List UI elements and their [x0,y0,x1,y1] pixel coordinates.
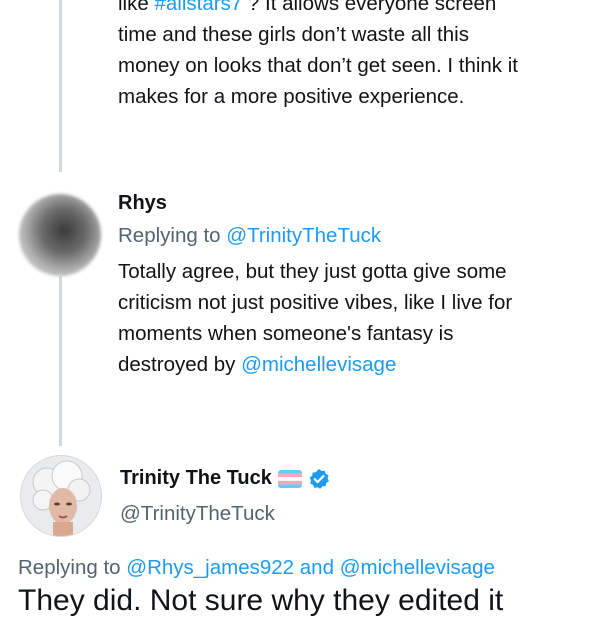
thread-line-middle [59,276,62,446]
avatar-trinity[interactable] [20,455,102,537]
reply-body-rhys: Totally agree, but they just gotta give … [118,260,513,376]
mention-link[interactable]: @TrinityTheTuck [226,224,381,247]
verified-badge-icon [308,468,330,490]
top-tweet-line-3: money on looks that don’t get seen. I th… [118,54,518,77]
thread-line-top [59,0,62,172]
profile-photo-icon [21,456,101,536]
mention-link[interactable]: @michellevisage [241,353,396,376]
top-tweet-text: like #allstars7 ? It allows everyone scr… [118,0,588,112]
tweet-body-trinity-partial: They did. Not sure why they edited it [18,584,504,617]
author-name-rhys[interactable]: Rhys [118,192,167,215]
top-tweet-line-4: makes for a more positive experience. [118,85,465,108]
top-tweet-line-1: like #allstars7 ? It allows everyone scr… [118,0,588,19]
top-tweet-line-2: time and these girls don’t waste all thi… [118,23,469,46]
replying-to-rhys: Replying to @TrinityTheTuck [118,224,382,247]
transgender-flag-icon [277,469,302,488]
author-name-trinity[interactable]: Trinity The Tuck [120,467,330,490]
handle-trinity[interactable]: @TrinityTheTuck [120,502,275,526]
mention-link[interactable]: @michellevisage [340,556,495,579]
replying-to-trinity: Replying to @Rhys_james922 and @michelle… [18,556,495,579]
avatar-rhys[interactable] [19,194,101,276]
mention-link[interactable]: @Rhys_james922 [126,556,294,579]
hashtag-link[interactable]: #allstars7 [154,0,242,15]
